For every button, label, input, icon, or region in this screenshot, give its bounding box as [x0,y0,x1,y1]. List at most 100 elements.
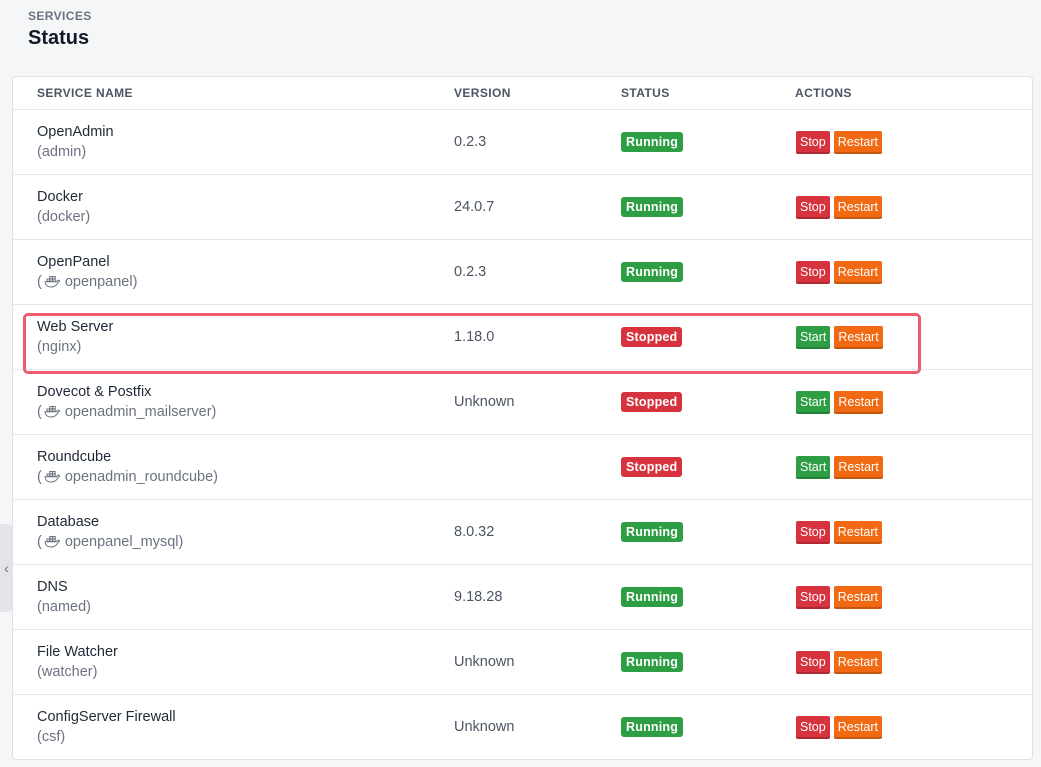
row-actions: Stop Restart [796,716,883,739]
row-actions: Stop Restart [796,586,883,609]
docker-whale-icon [44,275,60,288]
service-identifier: ( openpanel) [37,274,137,290]
column-header-actions: ACTIONS [795,86,852,100]
stop-button[interactable]: Stop [796,261,830,284]
service-identifier: ( csf) [37,729,65,745]
docker-whale-icon [44,535,60,548]
service-identifier: ( named) [37,599,91,615]
service-identifier-open-paren: ( [37,274,42,290]
service-identifier-text: nginx) [41,339,82,355]
row-actions: Stop Restart [796,261,883,284]
service-identifier: ( admin) [37,144,86,160]
service-name: OpenPanel [37,254,110,270]
service-identifier: ( nginx) [37,339,81,355]
service-identifier-text: watcher) [41,664,98,680]
table-row: Database ( openpanel_mysql) 8.0.32 Runni… [13,500,1032,565]
service-identifier: ( watcher) [37,664,97,680]
service-name: OpenAdmin [37,124,114,140]
restart-button[interactable]: Restart [834,326,883,349]
service-version: 0.2.3 [454,134,487,150]
stop-button[interactable]: Stop [796,586,830,609]
row-actions: Start Restart [796,326,883,349]
service-version: 1.18.0 [454,329,495,345]
row-actions: Stop Restart [796,131,883,154]
page-title: Status [28,27,90,49]
service-name: Dovecot & Postfix [37,384,152,400]
status-badge: Running [621,197,684,217]
stop-button[interactable]: Stop [796,131,830,154]
service-identifier-text: named) [41,599,92,615]
table-row: Web Server ( nginx) 1.18.0 Stopped Start… [13,305,1032,370]
restart-button[interactable]: Restart [833,521,883,544]
row-actions: Start Restart [796,456,883,479]
stop-button[interactable]: Stop [796,716,830,739]
table-row: OpenAdmin ( admin) 0.2.3 Running Stop Re… [13,110,1032,175]
service-identifier-text: openpanel_mysql) [64,534,184,550]
service-identifier-text: docker) [41,209,91,225]
docker-whale-icon [44,405,60,418]
service-version: 8.0.32 [454,524,495,540]
restart-button[interactable]: Restart [833,131,883,154]
stop-button[interactable]: Stop [796,651,830,674]
service-name: Database [37,514,100,530]
service-identifier: ( openadmin_roundcube) [37,469,218,485]
start-button[interactable]: Start [796,456,831,479]
page-header: SERVICES Status [28,9,92,50]
table-row: File Watcher ( watcher) Unknown Running … [13,630,1032,695]
service-identifier-text: admin) [41,144,87,160]
page-kicker: SERVICES [28,9,92,23]
restart-button[interactable]: Restart [834,391,883,414]
service-name: Docker [37,189,83,205]
stop-button[interactable]: Stop [796,521,830,544]
start-button[interactable]: Start [796,326,831,349]
row-actions: Stop Restart [796,196,883,219]
status-badge: Stopped [621,327,683,347]
service-version: 0.2.3 [454,264,487,280]
service-name: Web Server [37,319,114,335]
service-identifier-open-paren: ( [37,534,42,550]
restart-button[interactable]: Restart [833,651,883,674]
table-row: ConfigServer Firewall ( csf) Unknown Run… [13,695,1032,759]
row-actions: Stop Restart [796,521,883,544]
row-actions: Stop Restart [796,651,883,674]
stop-button[interactable]: Stop [796,196,830,219]
status-badge: Stopped [621,392,683,412]
table-row: Dovecot & Postfix ( openadmin_mailserver… [13,370,1032,435]
column-header-status: STATUS [621,86,670,100]
status-badge: Running [621,522,684,542]
service-name: ConfigServer Firewall [37,709,176,725]
column-header-service-name: SERVICE NAME [37,86,133,100]
table-row: DNS ( named) 9.18.28 Running Stop Restar… [13,565,1032,630]
table-header-row: SERVICE NAME VERSION STATUS ACTIONS [13,77,1032,110]
restart-button[interactable]: Restart [833,716,883,739]
service-identifier-text: openadmin_roundcube) [64,469,219,485]
chevron-left-icon: ‹ [4,560,9,576]
status-badge: Running [621,587,684,607]
services-table: SERVICE NAME VERSION STATUS ACTIONS Open… [12,76,1033,760]
status-badge: Stopped [621,457,683,477]
service-identifier-text: openadmin_mailserver) [64,404,217,420]
start-button[interactable]: Start [796,391,831,414]
docker-whale-icon [44,470,60,483]
restart-button[interactable]: Restart [833,261,883,284]
table-row: Docker ( docker) 24.0.7 Running Stop Res… [13,175,1032,240]
table-row: Roundcube ( openadmin_roundcube) Stopped… [13,435,1032,500]
service-identifier: ( openpanel_mysql) [37,534,183,550]
service-identifier-open-paren: ( [37,404,42,420]
restart-button[interactable]: Restart [834,456,883,479]
status-badge: Running [621,652,684,672]
service-version: 9.18.28 [454,589,503,605]
column-header-version: VERSION [454,86,511,100]
service-version: Unknown [454,394,515,410]
service-identifier-text: csf) [41,729,66,745]
service-name: DNS [37,579,68,595]
service-identifier: ( openadmin_mailserver) [37,404,216,420]
status-badge: Running [621,717,684,737]
status-badge: Running [621,262,684,282]
restart-button[interactable]: Restart [833,196,883,219]
service-identifier-open-paren: ( [37,469,42,485]
restart-button[interactable]: Restart [833,586,883,609]
service-name: File Watcher [37,644,118,660]
service-name: Roundcube [37,449,112,465]
service-identifier-text: openpanel) [64,274,138,290]
